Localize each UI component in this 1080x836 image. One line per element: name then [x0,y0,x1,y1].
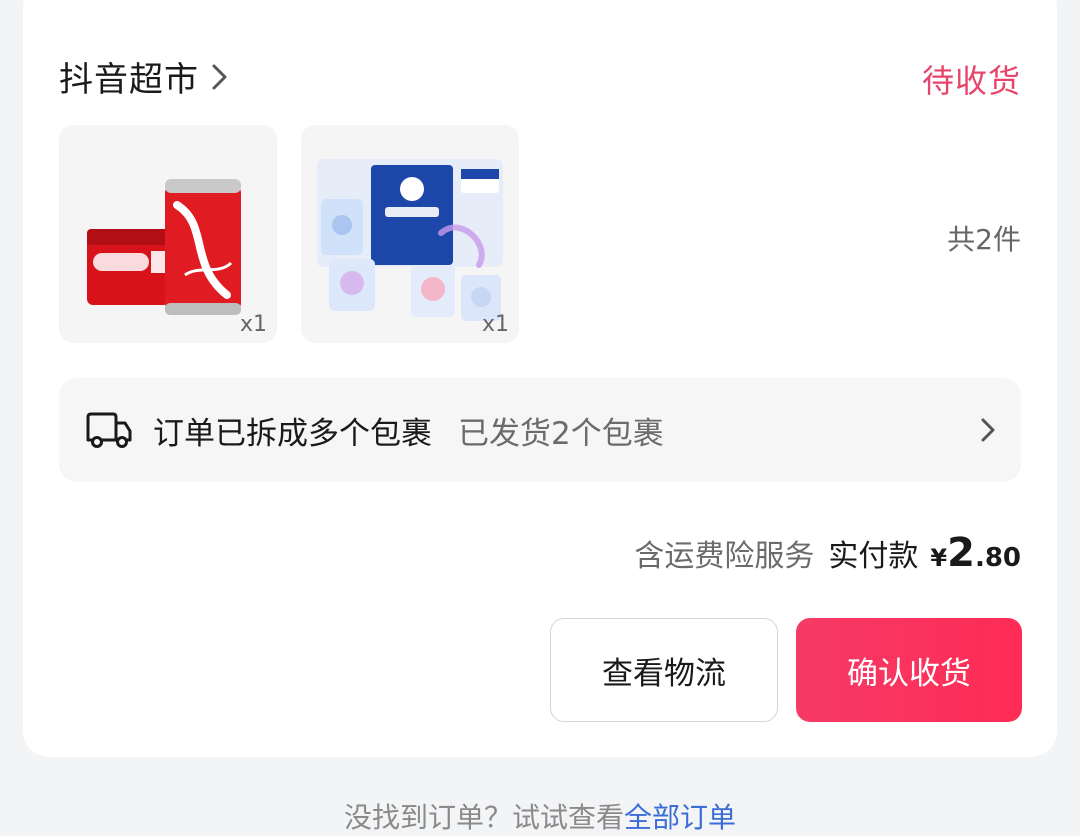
item-quantity: x1 [481,312,509,337]
order-status: 待收货 [921,62,1021,100]
cola-product-image [87,179,241,315]
paid-label: 实付款 [828,539,919,574]
confirm-receipt-button[interactable]: 确认收货 [796,618,1022,722]
price-summary: 含运费险服务 实付款 ¥ 2 .80 [634,530,1021,576]
view-logistics-button[interactable]: 查看物流 [550,618,778,722]
tissue-product-image [317,159,503,321]
item-quantity: x1 [239,312,267,337]
currency-symbol: ¥ [930,544,948,572]
product-thumbnail-cola[interactable]: x1 [59,125,277,343]
product-thumbnail-tissue[interactable]: x1 [301,125,519,343]
footer-hint: 没找到订单？试试查看全部订单 [0,796,1080,836]
store-name: 抖音超市 [59,60,199,100]
footer-text: 没找到订单？试试查看 [343,801,624,834]
store-link[interactable]: 抖音超市 [59,52,231,101]
insurance-label: 含运费险服务 [634,539,815,574]
all-orders-link[interactable]: 全部订单 [624,801,736,834]
price-decimal: .80 [974,543,1021,573]
package-info-bar[interactable]: 订单已拆成多个包裹 已发货2个包裹 [59,378,1021,482]
package-title: 订单已拆成多个包裹 [153,415,432,452]
price-integer: 2 [947,530,975,576]
chevron-right-icon [981,418,995,442]
truck-icon [86,412,132,448]
order-card: 抖音超市 待收货 x1 x1 共2件 订单已拆成多个包裹 已发货2个包裹 含运费… [23,0,1057,757]
package-subtitle: 已发货2个包裹 [458,415,664,452]
chevron-right-icon [212,64,227,89]
items-count: 共2件 [947,223,1021,256]
